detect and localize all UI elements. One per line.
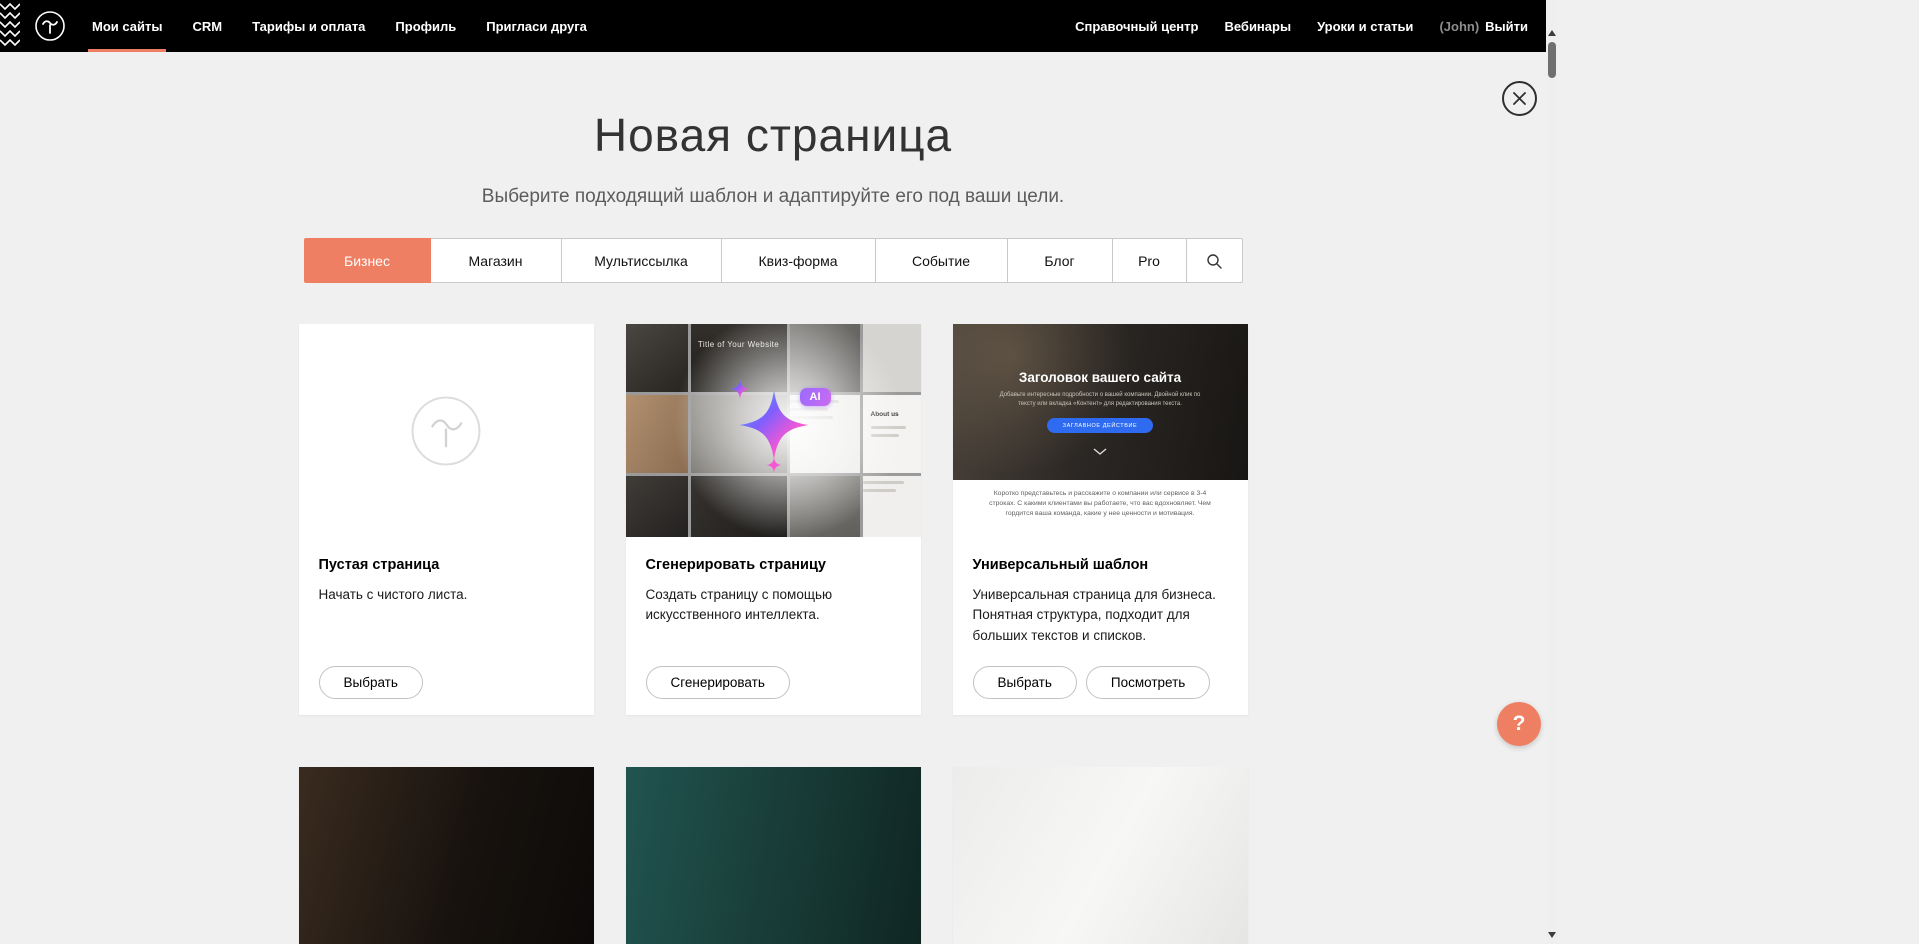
tab-label: Магазин: [468, 253, 522, 269]
choose-button[interactable]: Выбрать: [319, 666, 423, 699]
tab-label: Pro: [1138, 253, 1160, 269]
page-title: Новая страница: [0, 108, 1546, 162]
nav-item-lessons[interactable]: Уроки и статьи: [1317, 0, 1413, 52]
tilda-logo[interactable]: [34, 10, 66, 42]
zigzag-pattern-icon: [0, 0, 20, 52]
template-card[interactable]: [626, 767, 921, 944]
logout-button[interactable]: (John) Выйти: [1439, 0, 1528, 52]
ai-badge: AI: [800, 388, 831, 406]
template-category-tabs: Бизнес Магазин Мультиссылка Квиз-форма С…: [0, 238, 1546, 283]
view-button[interactable]: Посмотреть: [1086, 666, 1210, 699]
nav-item-label: Уроки и статьи: [1317, 19, 1413, 34]
preview-hero-button: заглавное действие: [1047, 418, 1154, 433]
tab-label: Квиз-форма: [759, 253, 838, 269]
nav-item-label: Мои сайты: [92, 19, 162, 34]
tilda-watermark-icon: [408, 393, 484, 469]
nav-item-invite-friend[interactable]: Пригласи друга: [486, 0, 587, 52]
card-title: Пустая страница: [319, 557, 574, 573]
nav-item-my-sites[interactable]: Мои сайты: [92, 0, 162, 52]
template-preview-image: [626, 767, 921, 944]
chevron-down-icon: [1093, 448, 1107, 455]
nav-item-label: Справочный центр: [1075, 19, 1198, 34]
tab-label: Событие: [912, 253, 970, 269]
nav-item-label: Тарифы и оплата: [252, 19, 365, 34]
scroll-down-arrow-icon[interactable]: [1548, 932, 1556, 938]
scrollbar-thumb[interactable]: [1548, 42, 1556, 78]
template-card[interactable]: [299, 767, 594, 944]
page-subtitle: Выберите подходящий шаблон и адаптируйте…: [0, 186, 1546, 208]
template-cards-grid: Пустая страница Начать с чистого листа. …: [0, 324, 1546, 944]
nav-item-profile[interactable]: Профиль: [395, 0, 456, 52]
main-nav: Мои сайты CRM Тарифы и оплата Профиль Пр…: [92, 0, 617, 52]
nav-item-label: Профиль: [395, 19, 456, 34]
template-card[interactable]: [953, 767, 1248, 944]
tab-label: Бизнес: [344, 253, 390, 269]
generate-button[interactable]: Сгенерировать: [646, 666, 790, 699]
search-icon: [1206, 253, 1222, 269]
preview-body-section: Коротко представьтесь и расскажите о ком…: [953, 480, 1248, 537]
scroll-up-arrow-icon[interactable]: [1548, 30, 1556, 36]
template-card-ai-generate: Title of Your Website About us: [626, 324, 921, 715]
nav-item-label: Пригласи друга: [486, 19, 587, 34]
tab-quiz-form[interactable]: Квиз-форма: [721, 238, 876, 283]
preview-hero-title: Заголовок вашего сайта: [1019, 370, 1181, 385]
user-name: (John): [1439, 19, 1479, 34]
tab-store[interactable]: Магазин: [430, 238, 562, 283]
nav-item-pricing[interactable]: Тарифы и оплата: [252, 0, 365, 52]
tab-search[interactable]: [1186, 238, 1243, 283]
template-preview-image: [953, 767, 1248, 944]
universal-template-preview: Заголовок вашего сайта Добавьте интересн…: [953, 324, 1248, 537]
tab-multilink[interactable]: Мультиссылка: [561, 238, 722, 283]
secondary-nav: Справочный центр Вебинары Уроки и статьи…: [1075, 0, 1528, 52]
help-button[interactable]: ?: [1497, 702, 1541, 746]
ai-generate-preview: Title of Your Website About us: [626, 324, 921, 537]
nav-item-help-center[interactable]: Справочный центр: [1075, 0, 1198, 52]
template-preview-image: [299, 767, 594, 944]
nav-item-label: CRM: [192, 19, 222, 34]
tab-business[interactable]: Бизнес: [304, 238, 431, 283]
nav-item-webinars[interactable]: Вебинары: [1224, 0, 1291, 52]
preview-hero: Заголовок вашего сайта Добавьте интересн…: [953, 324, 1248, 480]
nav-item-label: Вебинары: [1224, 19, 1291, 34]
choose-button[interactable]: Выбрать: [973, 666, 1077, 699]
logout-label: Выйти: [1485, 19, 1528, 34]
tab-label: Блог: [1044, 253, 1074, 269]
tab-event[interactable]: Событие: [875, 238, 1008, 283]
preview-hero-subtext: Добавьте интересные подробности о вашей …: [993, 391, 1207, 409]
card-description: Универсальная страница для бизнеса. Поня…: [973, 585, 1223, 646]
tab-blog[interactable]: Блог: [1007, 238, 1113, 283]
new-page-dialog: Новая страница Выберите подходящий шабло…: [0, 52, 1546, 944]
close-button[interactable]: [1502, 81, 1537, 116]
card-title: Универсальный шаблон: [973, 557, 1228, 573]
template-card-blank-page: Пустая страница Начать с чистого листа. …: [299, 324, 594, 715]
template-card-universal: Заголовок вашего сайта Добавьте интересн…: [953, 324, 1248, 715]
close-icon: [1512, 91, 1527, 106]
preview-body-text: Коротко представьтесь и расскажите о ком…: [989, 489, 1211, 537]
tab-label: Мультиссылка: [594, 253, 688, 269]
topbar: Мои сайты CRM Тарифы и оплата Профиль Пр…: [0, 0, 1546, 52]
card-description: Начать с чистого листа.: [319, 585, 569, 605]
ai-sparkle-icon: [708, 361, 838, 491]
nav-item-crm[interactable]: CRM: [192, 0, 222, 52]
tab-pro[interactable]: Pro: [1112, 238, 1187, 283]
help-button-label: ?: [1513, 712, 1526, 736]
blank-page-preview: [299, 324, 594, 537]
card-description: Создать страницу с помощью искусственног…: [646, 585, 896, 626]
card-title: Сгенерировать страницу: [646, 557, 901, 573]
vertical-scrollbar[interactable]: [1546, 0, 1558, 944]
